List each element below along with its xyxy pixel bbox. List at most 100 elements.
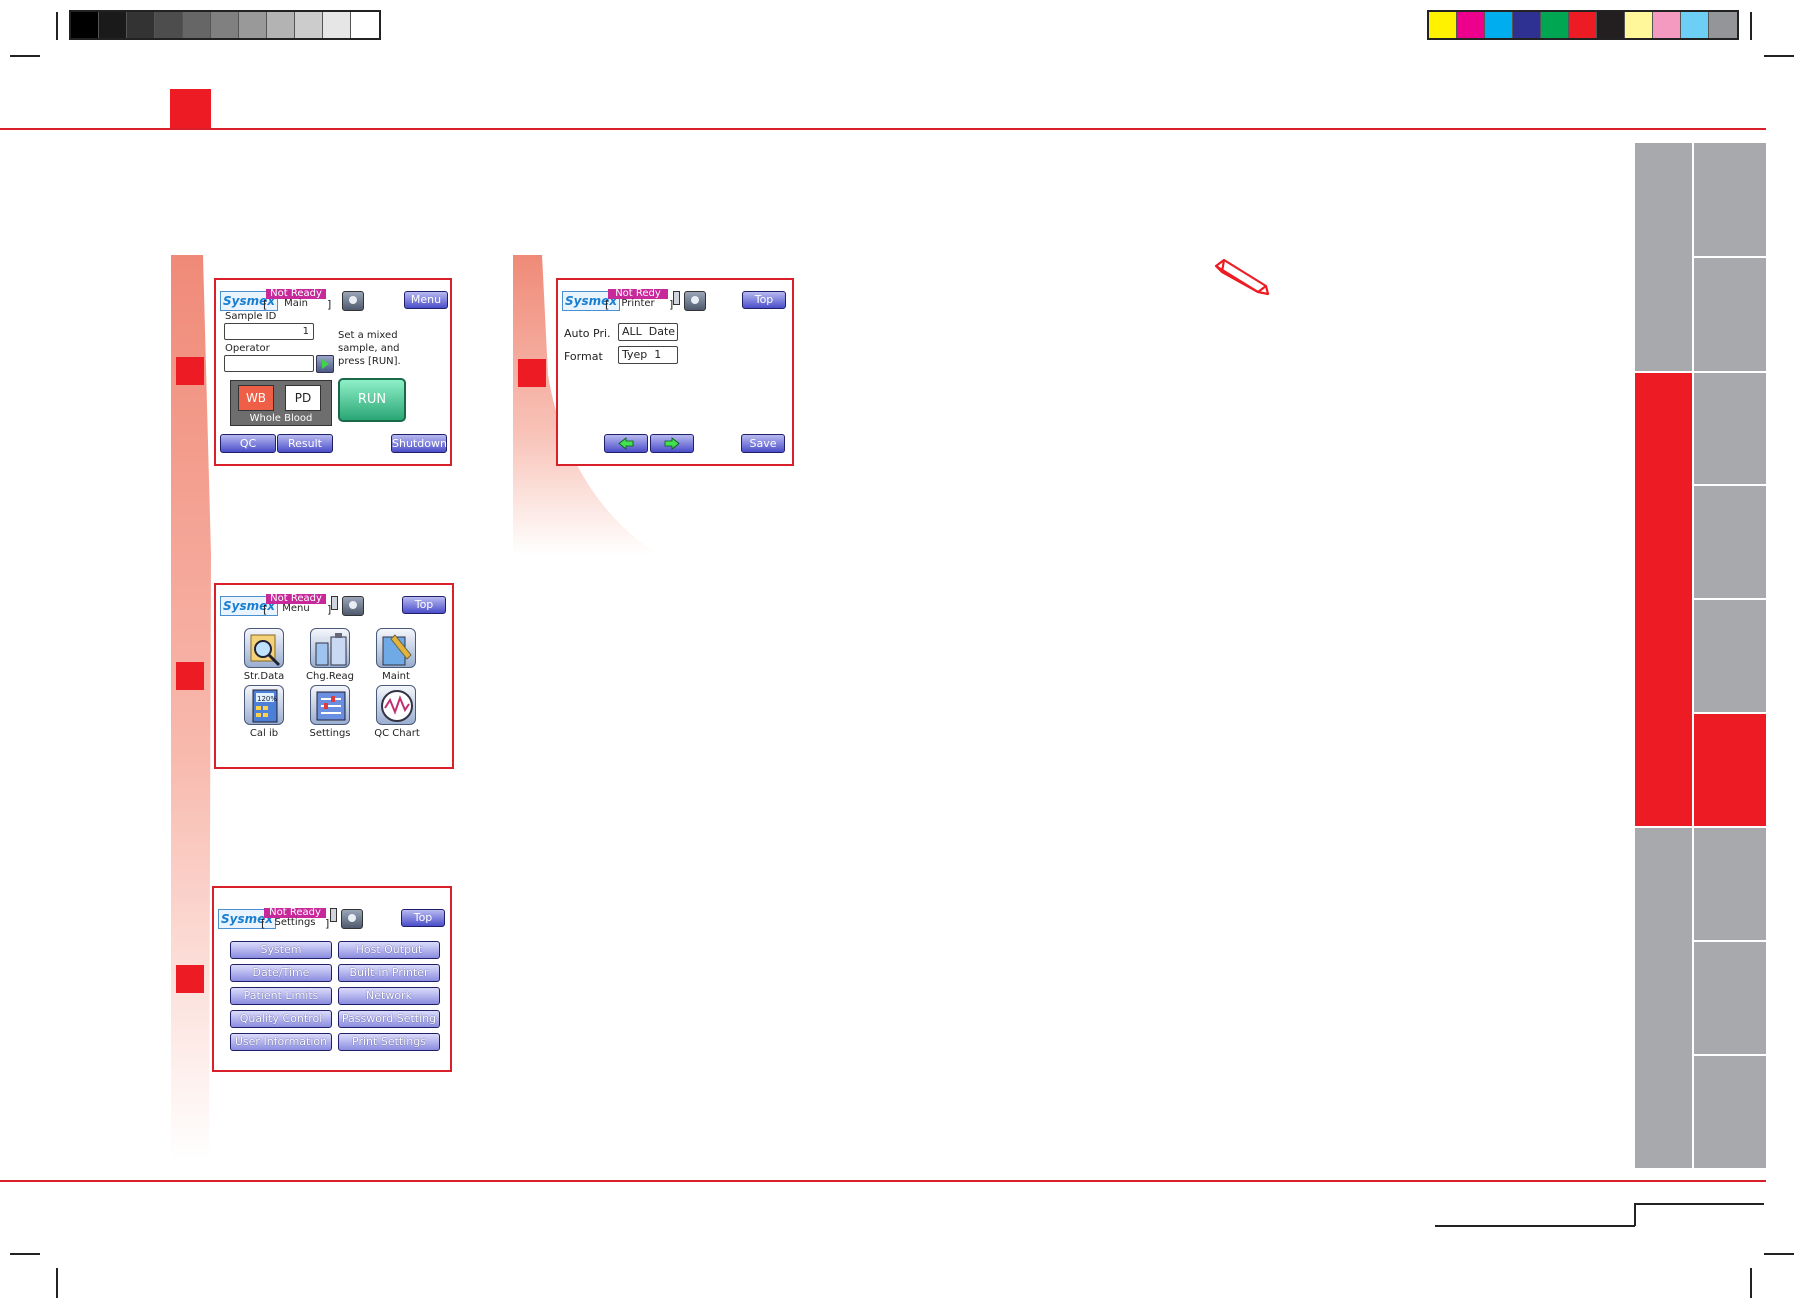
tab-divider	[1692, 940, 1766, 942]
crop-mark-top-right-h	[1764, 55, 1794, 57]
instruction-line-2: sample, and	[338, 343, 400, 354]
format-value: Tyep 1	[622, 348, 662, 361]
gray-swatch	[323, 12, 351, 38]
bracket-left: [	[263, 298, 268, 311]
auto-print-label: Auto Pri.	[564, 327, 611, 340]
instruction-line-3: press [RUN].	[338, 356, 401, 367]
tab-divider	[1692, 598, 1766, 600]
header-rule	[0, 128, 1766, 130]
gray-swatch	[127, 12, 155, 38]
step-marker-1	[176, 357, 204, 385]
calibration-icon[interactable]: 120%	[244, 685, 284, 725]
settings-icon[interactable]	[310, 685, 350, 725]
gray-swatch	[155, 12, 183, 38]
stored-data-icon[interactable]	[244, 628, 284, 668]
screen-title: Settings	[274, 917, 316, 928]
color-swatch	[1457, 12, 1485, 38]
color-swatch	[1597, 12, 1625, 38]
chart-circle-icon	[381, 690, 413, 722]
color-swatch	[1709, 12, 1737, 38]
footer-rule	[0, 1180, 1766, 1182]
status-indicator: Not Ready Main	[266, 289, 326, 309]
arrow-left-icon	[618, 437, 634, 450]
gray-swatch	[211, 12, 239, 38]
shutdown-button[interactable]: Shutdown	[391, 434, 447, 453]
qc-chart-icon[interactable]	[376, 685, 416, 725]
qc-button[interactable]: QC	[220, 434, 276, 453]
menu-label-str-data: Str.Data	[243, 671, 285, 682]
arrow-right-icon	[664, 437, 680, 450]
screen-title: Menu	[282, 603, 310, 614]
format-select[interactable]: Tyep 1	[618, 346, 678, 364]
disk-icon[interactable]	[341, 909, 363, 929]
top-button[interactable]: Top	[401, 909, 445, 927]
bottles-icon	[315, 633, 347, 666]
settings-print-settings-button[interactable]: Print Settings	[338, 1033, 440, 1051]
tab-divider	[1692, 712, 1766, 714]
change-reagent-icon[interactable]	[310, 628, 350, 668]
previous-page-button[interactable]	[604, 434, 648, 453]
crop-mark-top-left-v	[56, 12, 58, 40]
active-section-tab	[1692, 713, 1766, 827]
operator-input[interactable]	[224, 355, 314, 372]
tab-divider	[1635, 371, 1766, 373]
calculator-icon: 120%	[252, 689, 278, 723]
settings-quality-control-button[interactable]: Quality Control	[230, 1010, 332, 1028]
color-swatch	[1485, 12, 1513, 38]
bracket-right: ]	[327, 298, 332, 311]
screen-settings: Sysmex Not Ready Settings [ ] Top System…	[212, 886, 452, 1072]
settings-built-in-printer-button[interactable]: Built-in Printer	[338, 964, 440, 982]
run-button[interactable]: RUN	[338, 378, 406, 422]
gray-swatch	[267, 12, 295, 38]
gray-swatch	[351, 12, 379, 38]
top-button[interactable]: Top	[742, 291, 786, 309]
settings-patient-limits-button[interactable]: Patient Limits	[230, 987, 332, 1005]
bracket-left: [	[263, 603, 268, 616]
menu-button[interactable]: Menu	[404, 291, 448, 309]
magnifier-icon	[250, 634, 281, 667]
crop-mark-top-right-v	[1750, 12, 1752, 40]
screen-menu: Sysmex Not Ready Menu [ ] Top 120% Str.D…	[214, 583, 454, 769]
step-marker-2	[176, 662, 204, 690]
color-swatch	[1541, 12, 1569, 38]
settings-password-setting-button[interactable]: Password Setting	[338, 1010, 440, 1028]
tools-icon	[382, 634, 412, 666]
crop-mark-bottom-right-v	[1750, 1268, 1752, 1298]
mode-wb-button[interactable]: WB	[238, 385, 274, 411]
settings-date-time-button[interactable]: Date/Time	[230, 964, 332, 982]
color-swatch	[1625, 12, 1653, 38]
top-button[interactable]: Top	[402, 596, 446, 614]
color-swatch	[1513, 12, 1541, 38]
color-swatch	[1569, 12, 1597, 38]
tab-divider-vertical	[1692, 143, 1694, 1168]
screen-title: Printer	[621, 298, 655, 309]
settings-system-button[interactable]: System	[230, 941, 332, 959]
disk-icon[interactable]	[684, 291, 706, 311]
auto-print-select[interactable]: ALL Date	[618, 323, 678, 341]
settings-user-information-button[interactable]: User Information	[230, 1033, 332, 1051]
bracket-right: ]	[325, 917, 330, 930]
operator-go-button[interactable]	[316, 355, 334, 373]
bracket-left: [	[605, 298, 610, 311]
tab-divider	[1635, 826, 1766, 828]
menu-label-qc-chart: QC Chart	[374, 728, 420, 739]
mode-pd-button[interactable]: PD	[285, 385, 321, 411]
sliders-icon	[316, 691, 346, 721]
mode-panel: WB PD Whole Blood	[230, 380, 332, 426]
save-button[interactable]: Save	[741, 434, 785, 453]
maintenance-icon[interactable]	[376, 628, 416, 668]
menu-label-settings: Settings	[309, 728, 351, 739]
result-button[interactable]: Result	[277, 434, 333, 453]
next-page-button[interactable]	[650, 434, 694, 453]
gray-calibration-strip	[69, 10, 381, 40]
lock-icon	[673, 291, 680, 305]
disk-icon[interactable]	[342, 291, 364, 311]
instruction-line-1: Set a mixed	[338, 330, 398, 341]
sample-id-input[interactable]: 1	[224, 323, 314, 340]
settings-network-button[interactable]: Network	[338, 987, 440, 1005]
menu-label-maint: Maint	[382, 671, 410, 682]
tab-divider	[1692, 484, 1766, 486]
settings-host-output-button[interactable]: Host Output	[338, 941, 440, 959]
page-number-frame-bottom	[1435, 1225, 1635, 1227]
disk-icon[interactable]	[342, 596, 364, 616]
